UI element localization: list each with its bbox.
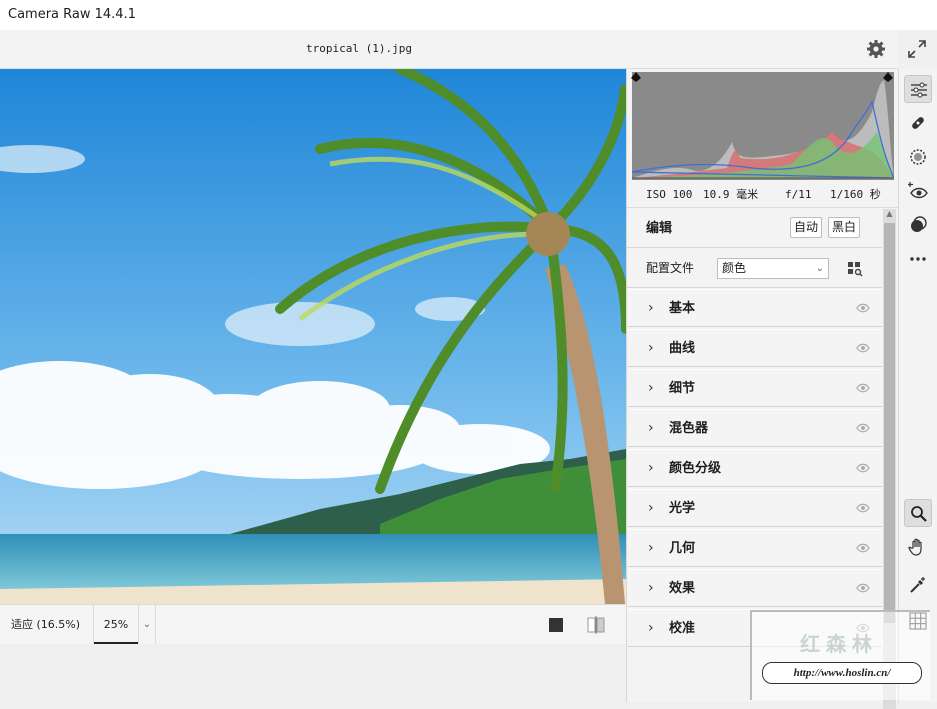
mask-tool-button[interactable] [904,143,932,171]
section-optics[interactable]: › 光学 [628,489,882,527]
exif-iso: ISO 100 [646,188,693,201]
watermark: 红森林 http://www.hoslin.cn/ [750,610,930,700]
tool-strip [898,69,937,702]
view-toggle-icon[interactable] [549,618,563,632]
chevron-right-icon: › [648,460,654,476]
photo-preview[interactable] [0,69,626,604]
eye-icon[interactable] [856,303,870,313]
eyedropper-icon [910,577,925,593]
chevron-right-icon: › [648,340,654,356]
chevron-right-icon: › [648,300,654,316]
exif-focal: 10.9 毫米 [703,188,759,201]
zoom-icon [911,506,927,522]
chevron-down-icon: ⌄ [815,263,824,274]
eye-icon[interactable] [856,543,870,553]
exif-shutter: 1/160 秒 [830,188,881,201]
chevron-right-icon: › [648,620,654,636]
sliders-icon [911,82,927,98]
document-header: tropical (1).jpg [0,30,898,69]
section-label: 混色器 [669,421,709,436]
exif-aperture: f/11 [785,188,812,201]
chevron-right-icon: › [648,580,654,596]
section-mixer[interactable]: › 混色器 [628,409,882,447]
edit-title: 编辑 [646,221,673,236]
section-label: 基本 [669,301,696,316]
eye-icon[interactable] [856,383,870,393]
scroll-up-icon[interactable]: ▲ [883,209,896,221]
window-title: Camera Raw 14.4.1 [8,7,136,22]
window-titlebar: Camera Raw 14.4.1 [0,0,937,30]
edit-panel: ISO 100 10.9 毫米 f/11 1/160 秒 编辑 自动 黑白 配置… [626,69,899,709]
section-effects[interactable]: › 效果 [628,569,882,607]
before-after-icon[interactable] [587,616,605,634]
profile-value: 颜色 [722,261,747,275]
section-geometry[interactable]: › 几何 [628,529,882,567]
eye-icon[interactable] [856,463,870,473]
section-label: 效果 [669,581,696,596]
presets-tool-button[interactable] [904,211,932,239]
section-label: 几何 [669,541,696,556]
section-color-grading[interactable]: › 颜色分级 [628,449,882,487]
eye-icon[interactable] [856,343,870,353]
profile-row: 配置文件 颜色 ⌄ [627,249,882,288]
document-filename: tropical (1).jpg [306,42,412,55]
zoom-tool-button[interactable] [904,499,932,527]
section-label: 曲线 [669,341,696,356]
shadow-clipping-icon[interactable] [630,71,642,83]
highlight-clipping-icon[interactable] [882,71,894,83]
zoom-fit-button[interactable]: 适应 (16.5%) [0,605,94,644]
expand-icon[interactable] [906,38,928,60]
zoom-dropdown-icon[interactable]: ⌄ [138,605,156,644]
section-label: 光学 [669,501,696,516]
more-tools-button[interactable] [904,245,932,273]
exif-info: ISO 100 10.9 毫米 f/11 1/160 秒 [627,181,899,208]
histogram [632,72,894,180]
hand-tool-button[interactable] [904,533,932,561]
preview-footer: 适应 (16.5%) 25% ⌄ [0,604,626,644]
edit-tool-button[interactable] [904,75,932,103]
watermark-title: 红森林 [800,632,878,656]
black-white-button[interactable]: 黑白 [828,217,861,238]
heal-tool-button[interactable] [904,109,932,137]
auto-button[interactable]: 自动 [790,217,823,238]
section-label: 校准 [669,621,696,636]
section-curve[interactable]: › 曲线 [628,329,882,367]
chevron-right-icon: › [648,540,654,556]
profile-select[interactable]: 颜色 ⌄ [717,258,829,279]
redeye-tool-button[interactable] [904,177,932,205]
eye-icon[interactable] [856,583,870,593]
window-footer [0,644,626,702]
eye-icon[interactable] [856,503,870,513]
scrollbar-thumb[interactable] [884,223,895,623]
presets-icon [911,216,927,232]
red-eye-icon [908,182,928,199]
chevron-right-icon: › [648,500,654,516]
edit-header: 编辑 自动 黑白 [627,209,882,248]
mask-circle-icon [910,149,926,165]
section-basic[interactable]: › 基本 [628,289,882,327]
photo-image [0,69,626,604]
color-sampler-button[interactable] [904,571,932,599]
hand-icon [908,538,922,556]
section-label: 颜色分级 [669,461,722,476]
chevron-right-icon: › [648,420,654,436]
profile-browser-icon[interactable] [847,261,863,277]
bandage-icon [912,117,924,129]
eye-icon[interactable] [856,423,870,433]
section-detail[interactable]: › 细节 [628,369,882,407]
section-label: 细节 [669,381,696,396]
zoom-25-button[interactable]: 25% [94,605,138,644]
gear-icon[interactable] [866,39,886,59]
watermark-url: http://www.hoslin.cn/ [762,662,922,684]
chevron-right-icon: › [648,380,654,396]
profile-label: 配置文件 [646,261,695,275]
more-icon [910,257,926,261]
